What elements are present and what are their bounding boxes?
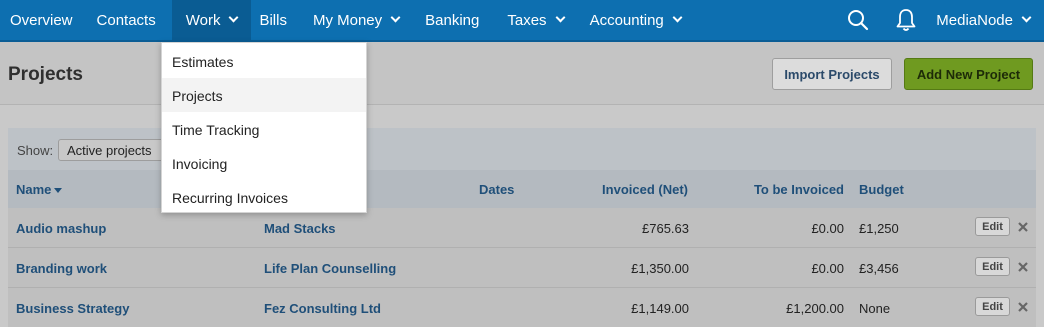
menu-item-projects[interactable]: Projects <box>162 78 366 112</box>
table-row: Audio mashup Mad Stacks £765.63 £0.00 £1… <box>8 208 1036 248</box>
sort-down-icon <box>54 188 63 194</box>
nav-banking-label: Banking <box>425 11 480 29</box>
to-be-invoiced-amount: £0.00 <box>811 261 844 276</box>
menu-item-time-tracking[interactable]: Time Tracking <box>162 112 366 146</box>
work-dropdown-menu: Estimates Projects Time Tracking Invoici… <box>161 42 367 213</box>
chevron-down-icon <box>229 12 239 23</box>
menu-item-estimates[interactable]: Estimates <box>162 44 366 78</box>
budget-amount: None <box>859 301 891 316</box>
account-label: MediaNode <box>936 11 1013 29</box>
nav-taxes[interactable]: Taxes <box>499 0 571 40</box>
column-header-dates[interactable]: Dates <box>479 182 514 197</box>
chevron-down-icon <box>555 12 566 23</box>
nav-banking[interactable]: Banking <box>417 0 487 40</box>
search-icon[interactable] <box>840 0 876 40</box>
to-be-invoiced-amount: £1,200.00 <box>786 301 844 316</box>
to-be-invoiced-amount: £0.00 <box>811 221 844 236</box>
bell-icon[interactable] <box>888 0 924 40</box>
column-header-name-label: Name <box>16 182 52 197</box>
top-nav: Overview Contacts Work Bills My Money Ba… <box>0 0 1044 42</box>
chevron-down-icon <box>1021 12 1032 23</box>
chevron-down-icon <box>672 12 683 23</box>
add-new-project-button[interactable]: Add New Project <box>904 58 1033 90</box>
menu-item-invoicing[interactable]: Invoicing <box>162 146 366 180</box>
show-filter-select[interactable]: Active projects <box>58 139 178 161</box>
delete-icon[interactable] <box>1016 297 1030 316</box>
nav-my-money[interactable]: My Money <box>305 0 407 40</box>
project-name-link[interactable]: Business Strategy <box>16 301 129 316</box>
nav-contacts[interactable]: Contacts <box>89 0 164 40</box>
budget-amount: £1,250 <box>859 221 899 236</box>
invoiced-amount: £1,350.00 <box>631 261 689 276</box>
chevron-down-icon <box>390 12 401 23</box>
account-menu[interactable]: MediaNode <box>936 0 1032 40</box>
nav-work-label: Work <box>185 11 221 29</box>
nav-contacts-label: Contacts <box>96 11 156 29</box>
edit-button[interactable]: Edit <box>975 297 1010 316</box>
delete-icon[interactable] <box>1016 257 1030 276</box>
nav-taxes-label: Taxes <box>507 11 547 29</box>
page-title: Projects <box>8 64 83 85</box>
budget-amount: £3,456 <box>859 261 899 276</box>
invoiced-amount: £1,149.00 <box>631 301 689 316</box>
table-row: Branding work Life Plan Counselling £1,3… <box>8 248 1036 288</box>
nav-right-group: MediaNode <box>840 0 1044 40</box>
column-header-name[interactable]: Name <box>16 182 63 197</box>
column-header-invoiced[interactable]: Invoiced (Net) <box>588 182 688 197</box>
column-header-budget[interactable]: Budget <box>859 182 904 197</box>
nav-accounting-label: Accounting <box>589 11 664 29</box>
nav-bills-label: Bills <box>259 11 287 29</box>
edit-button[interactable]: Edit <box>975 217 1010 236</box>
contact-link[interactable]: Life Plan Counselling <box>264 261 396 276</box>
menu-item-recurring-invoices[interactable]: Recurring Invoices <box>162 180 366 214</box>
nav-bills[interactable]: Bills <box>251 0 295 40</box>
contact-link[interactable]: Mad Stacks <box>264 221 336 236</box>
nav-overview[interactable]: Overview <box>2 0 81 40</box>
table-row: Business Strategy Fez Consulting Ltd £1,… <box>8 288 1036 327</box>
project-name-link[interactable]: Audio mashup <box>16 221 106 236</box>
nav-my-money-label: My Money <box>312 11 383 29</box>
delete-icon[interactable] <box>1016 217 1030 236</box>
show-label: Show: <box>17 143 54 158</box>
contact-link[interactable]: Fez Consulting Ltd <box>264 301 381 316</box>
project-name-link[interactable]: Branding work <box>16 261 107 276</box>
nav-accounting[interactable]: Accounting <box>582 0 689 40</box>
nav-work[interactable]: Work <box>171 0 252 41</box>
nav-overview-label: Overview <box>10 11 73 29</box>
column-header-to-be-invoiced[interactable]: To be Invoiced <box>728 182 844 197</box>
import-projects-button[interactable]: Import Projects <box>772 58 892 90</box>
page-header: Projects Import Projects Add New Project <box>0 42 1044 105</box>
edit-button[interactable]: Edit <box>975 257 1010 276</box>
invoiced-amount: £765.63 <box>642 221 689 236</box>
